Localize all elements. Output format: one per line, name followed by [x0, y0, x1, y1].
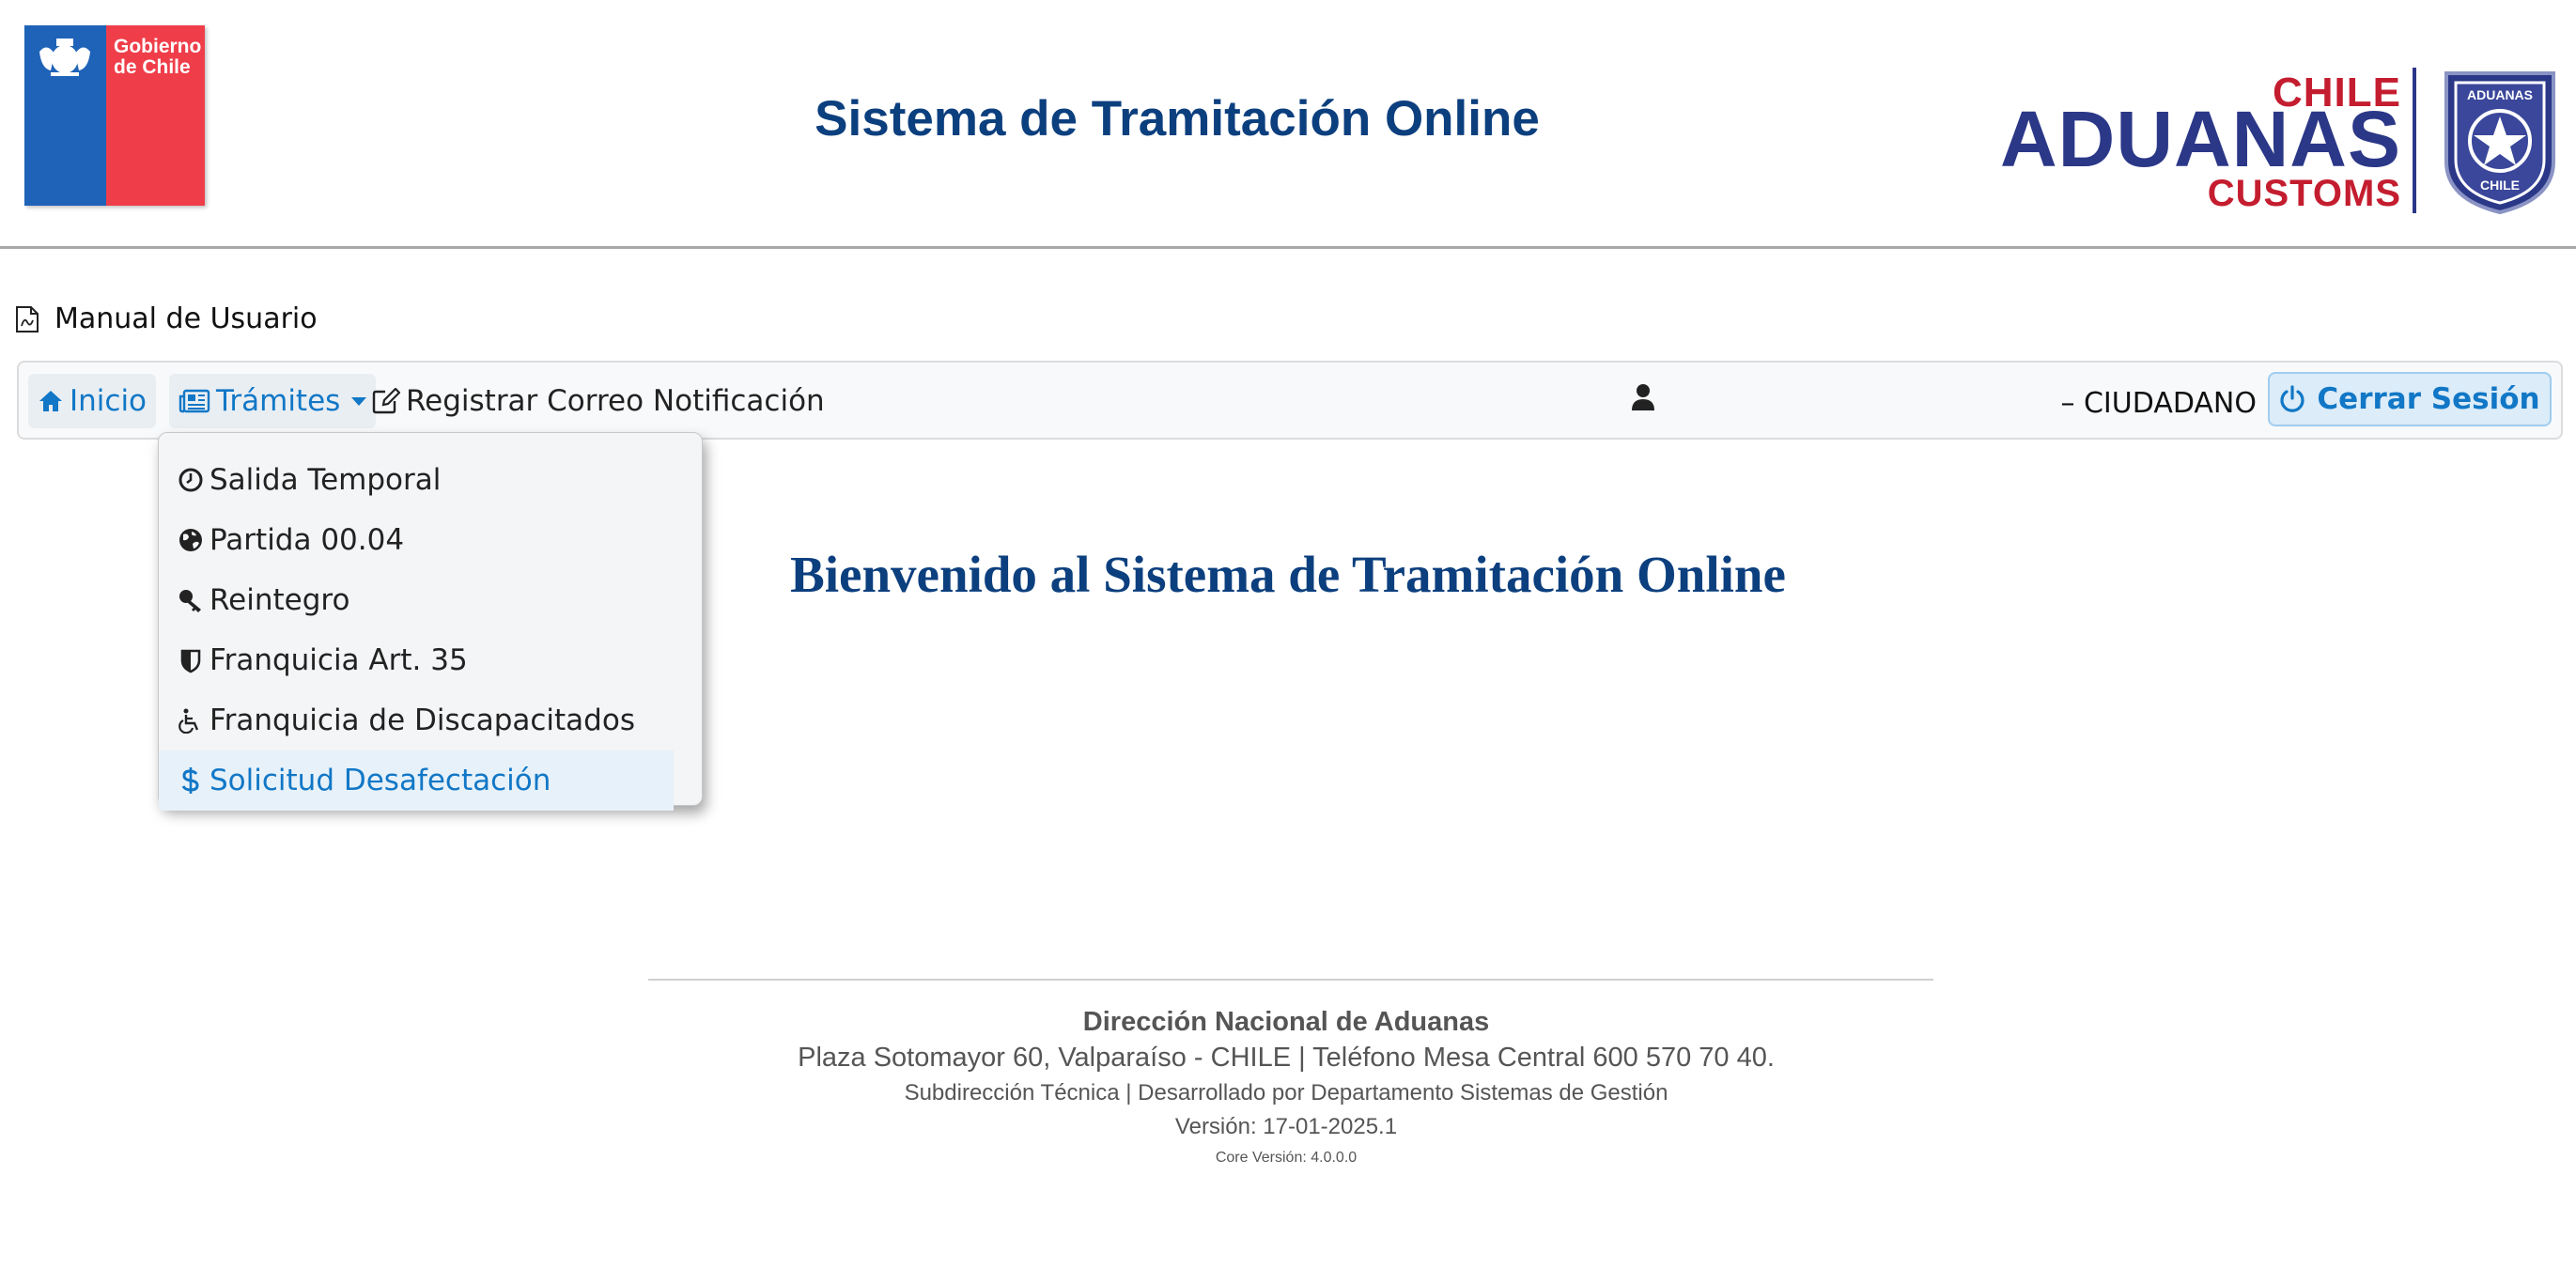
menu-item-label: Salida Temporal [209, 463, 442, 497]
coat-of-arms-icon [39, 39, 90, 76]
page-title-text: Sistema de Tramitación Online [815, 91, 1540, 147]
manual-de-usuario-link[interactable]: Manual de Usuario [15, 302, 318, 335]
nav-inicio-label: Inicio [70, 384, 147, 418]
nav-inicio[interactable]: Inicio [28, 374, 157, 428]
footer: Dirección Nacional de Aduanas Plaza Soto… [0, 1007, 2576, 1167]
menu-item-label: Franquicia Art. 35 [209, 643, 468, 677]
cerrar-sesion-button[interactable]: Cerrar Sesión [2268, 372, 2552, 426]
footer-address: Plaza Sotomayor 60, Valparaíso - CHILE |… [798, 1043, 1775, 1073]
clock-icon [178, 468, 203, 492]
aduanas-logo-aduanas: ADUANAS [2000, 95, 2401, 183]
dollar-icon [181, 767, 199, 794]
menu-item-salida-temporal[interactable]: Salida Temporal [159, 450, 691, 510]
shield-top-text: ADUANAS [2467, 87, 2533, 102]
tramites-dropdown-menu: Salida Temporal Partida 00.04 Reintegro … [158, 432, 703, 811]
power-icon [2280, 385, 2305, 412]
aduanas-logo-customs: CUSTOMS [2207, 173, 2401, 214]
newspaper-icon [178, 389, 210, 413]
footer-core-version: Core Versión: 4.0.0.0 [1215, 1150, 1358, 1166]
footer-divider [648, 979, 1933, 981]
aduanas-chile-logo: CHILE ADUANAS CUSTOMS ADUANAS CHILE [1986, 68, 2559, 218]
nav-tramites-label: Trámites [216, 384, 341, 418]
gob-logo-text: Gobierno de Chile [114, 36, 202, 78]
cerrar-sesion-label: Cerrar Sesión [2317, 382, 2540, 416]
nav-tramites-dropdown[interactable]: Trámites [169, 374, 377, 428]
pdf-icon [16, 305, 39, 332]
header: Gobierno de Chile Sistema de Tramitación… [0, 0, 2576, 249]
welcome-text: Bienvenido al Sistema de Tramitación Onl… [790, 546, 1786, 603]
user-role: – CIUDADANO [2060, 387, 2257, 420]
nav-registrar-correo[interactable]: Registrar Correo Notificación [363, 374, 834, 428]
home-icon [39, 391, 62, 411]
footer-dept: Subdirección Técnica | Desarrollado por … [904, 1080, 1668, 1106]
menu-item-label: Solicitud Desafectación [209, 764, 551, 797]
aduanas-shield-icon: ADUANAS CHILE [2444, 71, 2555, 215]
aduanas-logo-divider [2413, 68, 2416, 213]
menu-item-label: Franquicia de Discapacitados [209, 704, 635, 737]
wheelchair-icon [178, 708, 199, 734]
footer-version: Versión: 17-01-2025.1 [1174, 1114, 1398, 1139]
manual-label: Manual de Usuario [54, 302, 318, 335]
menu-item-franquicia-art35[interactable]: Franquicia Art. 35 [159, 630, 691, 690]
main-navbar: Inicio Trámites Registrar Correo Notific… [17, 361, 2563, 440]
footer-org: Dirección Nacional de Aduanas [1082, 1007, 1490, 1037]
shield-icon [180, 649, 201, 673]
menu-item-solicitud-desafectacion[interactable]: Solicitud Desafectación [159, 750, 674, 811]
edit-icon [372, 388, 400, 414]
user-icon[interactable] [1631, 383, 1655, 411]
welcome-heading: Bienvenido al Sistema de Tramitación Onl… [0, 545, 2576, 604]
menu-item-franquicia-discapacitados[interactable]: Franquicia de Discapacitados [159, 690, 691, 750]
shield-bottom-text: CHILE [2480, 178, 2520, 193]
nav-registrar-label: Registrar Correo Notificación [406, 384, 825, 418]
